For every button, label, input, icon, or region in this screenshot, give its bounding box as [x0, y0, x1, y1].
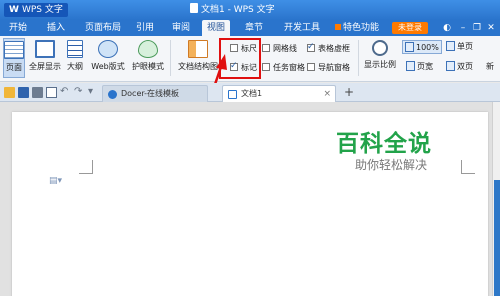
tab-sections[interactable]: 章节: [242, 20, 266, 36]
eye-mode-label: 护眼模式: [132, 62, 164, 71]
table-gridlines-checkbox-label: 表格虚框: [318, 44, 350, 53]
web-layout-button[interactable]: Web版式: [89, 38, 127, 78]
title-bar: W WPS 文字 文档1 - WPS 文字: [0, 0, 500, 20]
login-button[interactable]: 未登录: [392, 22, 428, 34]
nav-pane-checkbox-box: [307, 63, 315, 71]
doc-tab-document1-label: 文档1: [241, 89, 263, 98]
fullscreen-button[interactable]: 全屏显示: [28, 38, 62, 78]
task-pane-checkbox-box: [262, 63, 270, 71]
zoom-100-label: 100%: [416, 43, 439, 52]
table-gridlines-checkbox[interactable]: 表格虚框: [307, 41, 350, 55]
margin-corner-mark: [79, 160, 93, 174]
document-icon: [190, 3, 198, 13]
zoom-100-icon: [405, 42, 414, 52]
print-icon[interactable]: [32, 87, 43, 98]
page-view-label: 页面: [6, 63, 22, 72]
menu-bar: 开始 插入 页面布局 引用 审阅 视图 章节 开发工具 特色功能 未登录 ◐ –…: [0, 20, 500, 36]
close-icon[interactable]: ✕: [486, 23, 496, 33]
gridlines-checkbox-box: [262, 44, 270, 52]
skin-icon[interactable]: ◐: [442, 23, 452, 33]
watermark-subtitle: 助你轻松解决: [355, 158, 428, 172]
restore-icon[interactable]: ❐: [472, 23, 482, 33]
gridlines-checkbox[interactable]: 网格线: [262, 43, 297, 55]
tab-developer[interactable]: 开发工具: [281, 20, 323, 36]
gridlines-checkbox-label: 网格线: [273, 44, 297, 53]
ruler-highlight-box: [219, 38, 261, 79]
outline-label: 大纲: [67, 62, 83, 71]
window-title-text: 文档1 - WPS 文字: [201, 5, 275, 15]
undo-icon[interactable]: ↶: [60, 85, 68, 99]
zoom-100-button[interactable]: 100%: [402, 40, 442, 54]
task-pane-checkbox[interactable]: 任务窗格: [262, 62, 305, 74]
new-tab-button[interactable]: +: [344, 85, 354, 100]
feature-icon: [334, 24, 341, 30]
two-pages-label: 双页: [457, 62, 473, 71]
tab-references[interactable]: 引用: [133, 20, 157, 36]
doc-map-icon: [188, 40, 208, 58]
nav-pane-checkbox[interactable]: 导航窗格: [307, 62, 350, 74]
page-view-button[interactable]: 页面: [3, 38, 25, 78]
doc-tab-docer-label: Docer-在线模板: [121, 89, 180, 98]
tab-review[interactable]: 审阅: [169, 20, 193, 36]
doc-tab-document1[interactable]: 文档1 ×: [222, 85, 336, 102]
fullscreen-label: 全屏显示: [29, 62, 61, 71]
doc-map-label: 文档结构图: [178, 62, 218, 71]
single-page-button[interactable]: 单页: [444, 40, 475, 54]
two-pages-button[interactable]: 双页: [444, 60, 475, 74]
doc-map-button[interactable]: 文档结构图: [176, 38, 220, 78]
nav-pane-checkbox-label: 导航窗格: [318, 63, 350, 72]
page-width-button[interactable]: 页宽: [404, 60, 435, 74]
tab-insert[interactable]: 插入: [44, 20, 68, 36]
document-icon: [228, 90, 237, 99]
page-width-label: 页宽: [417, 62, 433, 71]
open-folder-icon[interactable]: [4, 87, 15, 98]
window-title: 文档1 - WPS 文字: [190, 3, 275, 17]
margin-corner-mark: [461, 160, 475, 174]
close-tab-icon[interactable]: ×: [323, 86, 331, 102]
single-page-label: 单页: [457, 42, 473, 51]
watermark-title: 百科全说: [336, 131, 432, 157]
outline-button[interactable]: 大纲: [64, 38, 86, 78]
print-preview-icon[interactable]: [46, 87, 57, 98]
app-name: WPS 文字: [21, 5, 63, 15]
quick-access-bar: ↶ ↷ ▾ Docer-在线模板 文档1 × +: [0, 83, 500, 102]
paste-options-icon[interactable]: ▤▾: [49, 176, 62, 186]
outline-icon: [67, 40, 83, 58]
table-gridlines-checkbox-box: [307, 41, 315, 53]
zoom-ratio-label: 显示比例: [364, 60, 396, 69]
eye-mode-button[interactable]: 护眼模式: [129, 38, 167, 78]
eye-icon: [138, 40, 158, 58]
tab-view[interactable]: 视图: [202, 20, 230, 36]
new-window-button[interactable]: 新: [484, 60, 500, 74]
tab-home[interactable]: 开始: [6, 20, 30, 36]
wps-logo-icon: W: [9, 5, 19, 15]
magnifier-icon: [372, 40, 388, 56]
two-pages-icon: [446, 61, 455, 71]
customize-dropdown-icon[interactable]: ▾: [88, 85, 93, 99]
page-width-icon: [406, 61, 415, 71]
fullscreen-icon: [35, 40, 55, 58]
tab-features-label: 特色功能: [342, 23, 379, 33]
app-logo[interactable]: W WPS 文字: [4, 3, 68, 17]
tab-features[interactable]: 特色功能: [332, 20, 382, 36]
tab-page-layout[interactable]: 页面布局: [83, 20, 123, 36]
minimize-icon[interactable]: –: [458, 23, 468, 33]
ribbon-divider: [358, 40, 359, 76]
single-page-icon: [446, 41, 455, 51]
redo-icon[interactable]: ↷: [74, 85, 82, 99]
docer-icon: [108, 90, 117, 99]
doc-tab-docer[interactable]: Docer-在线模板: [102, 85, 208, 102]
page-view-icon: [4, 41, 24, 59]
save-icon[interactable]: [18, 87, 29, 98]
web-layout-icon: [98, 40, 118, 58]
task-pane-checkbox-label: 任务窗格: [273, 63, 305, 72]
scrollbar-thumb[interactable]: [494, 180, 500, 296]
web-layout-label: Web版式: [91, 62, 125, 71]
vertical-scrollbar[interactable]: [492, 102, 500, 296]
ribbon-divider: [170, 40, 171, 76]
zoom-ratio-button[interactable]: 显示比例: [362, 38, 398, 78]
